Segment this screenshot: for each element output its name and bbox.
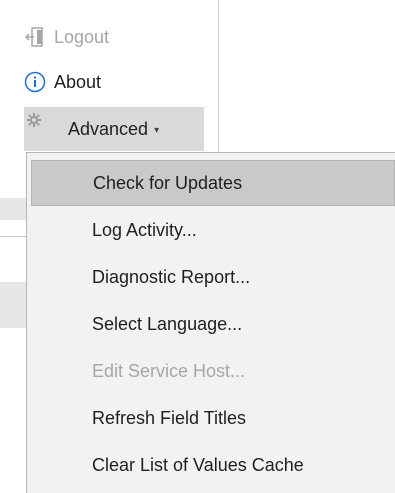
background-panel-strip: [0, 198, 26, 220]
advanced-menu: Check for Updates Log Activity... Diagno…: [26, 152, 395, 493]
menu-item-refresh-field-titles[interactable]: Refresh Field Titles: [31, 395, 395, 441]
menu-item-check-for-updates[interactable]: Check for Updates: [31, 160, 395, 206]
menu-item-label: Diagnostic Report...: [92, 266, 251, 287]
menu-item-label: Edit Service Host...: [92, 360, 246, 381]
background-panel-strip: [0, 282, 26, 328]
info-icon: [24, 69, 54, 95]
ribbon-group-separator: [218, 0, 219, 152]
chevron-down-icon: ▾: [154, 124, 160, 136]
advanced-label: Advanced: [68, 118, 149, 139]
menu-item-label: Clear List of Values Cache: [92, 454, 304, 475]
menu-item-clear-list-of-values-cache[interactable]: Clear List of Values Cache: [31, 442, 395, 488]
about-button[interactable]: About: [24, 67, 101, 97]
logout-button[interactable]: Logout: [24, 22, 109, 52]
gear-icon: [26, 107, 56, 133]
menu-item-log-activity[interactable]: Log Activity...: [31, 207, 395, 253]
menu-item-label: Select Language...: [92, 313, 243, 334]
menu-item-label: Refresh Field Titles: [92, 407, 247, 428]
background-divider: [0, 236, 26, 237]
logout-label: Logout: [54, 26, 110, 47]
menu-item-label: Check for Updates: [93, 172, 243, 193]
menu-item-edit-service-host: Edit Service Host...: [31, 348, 395, 394]
menu-item-select-language[interactable]: Select Language...: [31, 301, 395, 347]
menu-item-diagnostic-report[interactable]: Diagnostic Report...: [31, 254, 395, 300]
advanced-dropdown-button[interactable]: Advanced ▾: [24, 107, 204, 151]
logout-icon: [24, 24, 54, 50]
about-label: About: [54, 71, 102, 92]
menu-item-label: Log Activity...: [92, 219, 197, 240]
